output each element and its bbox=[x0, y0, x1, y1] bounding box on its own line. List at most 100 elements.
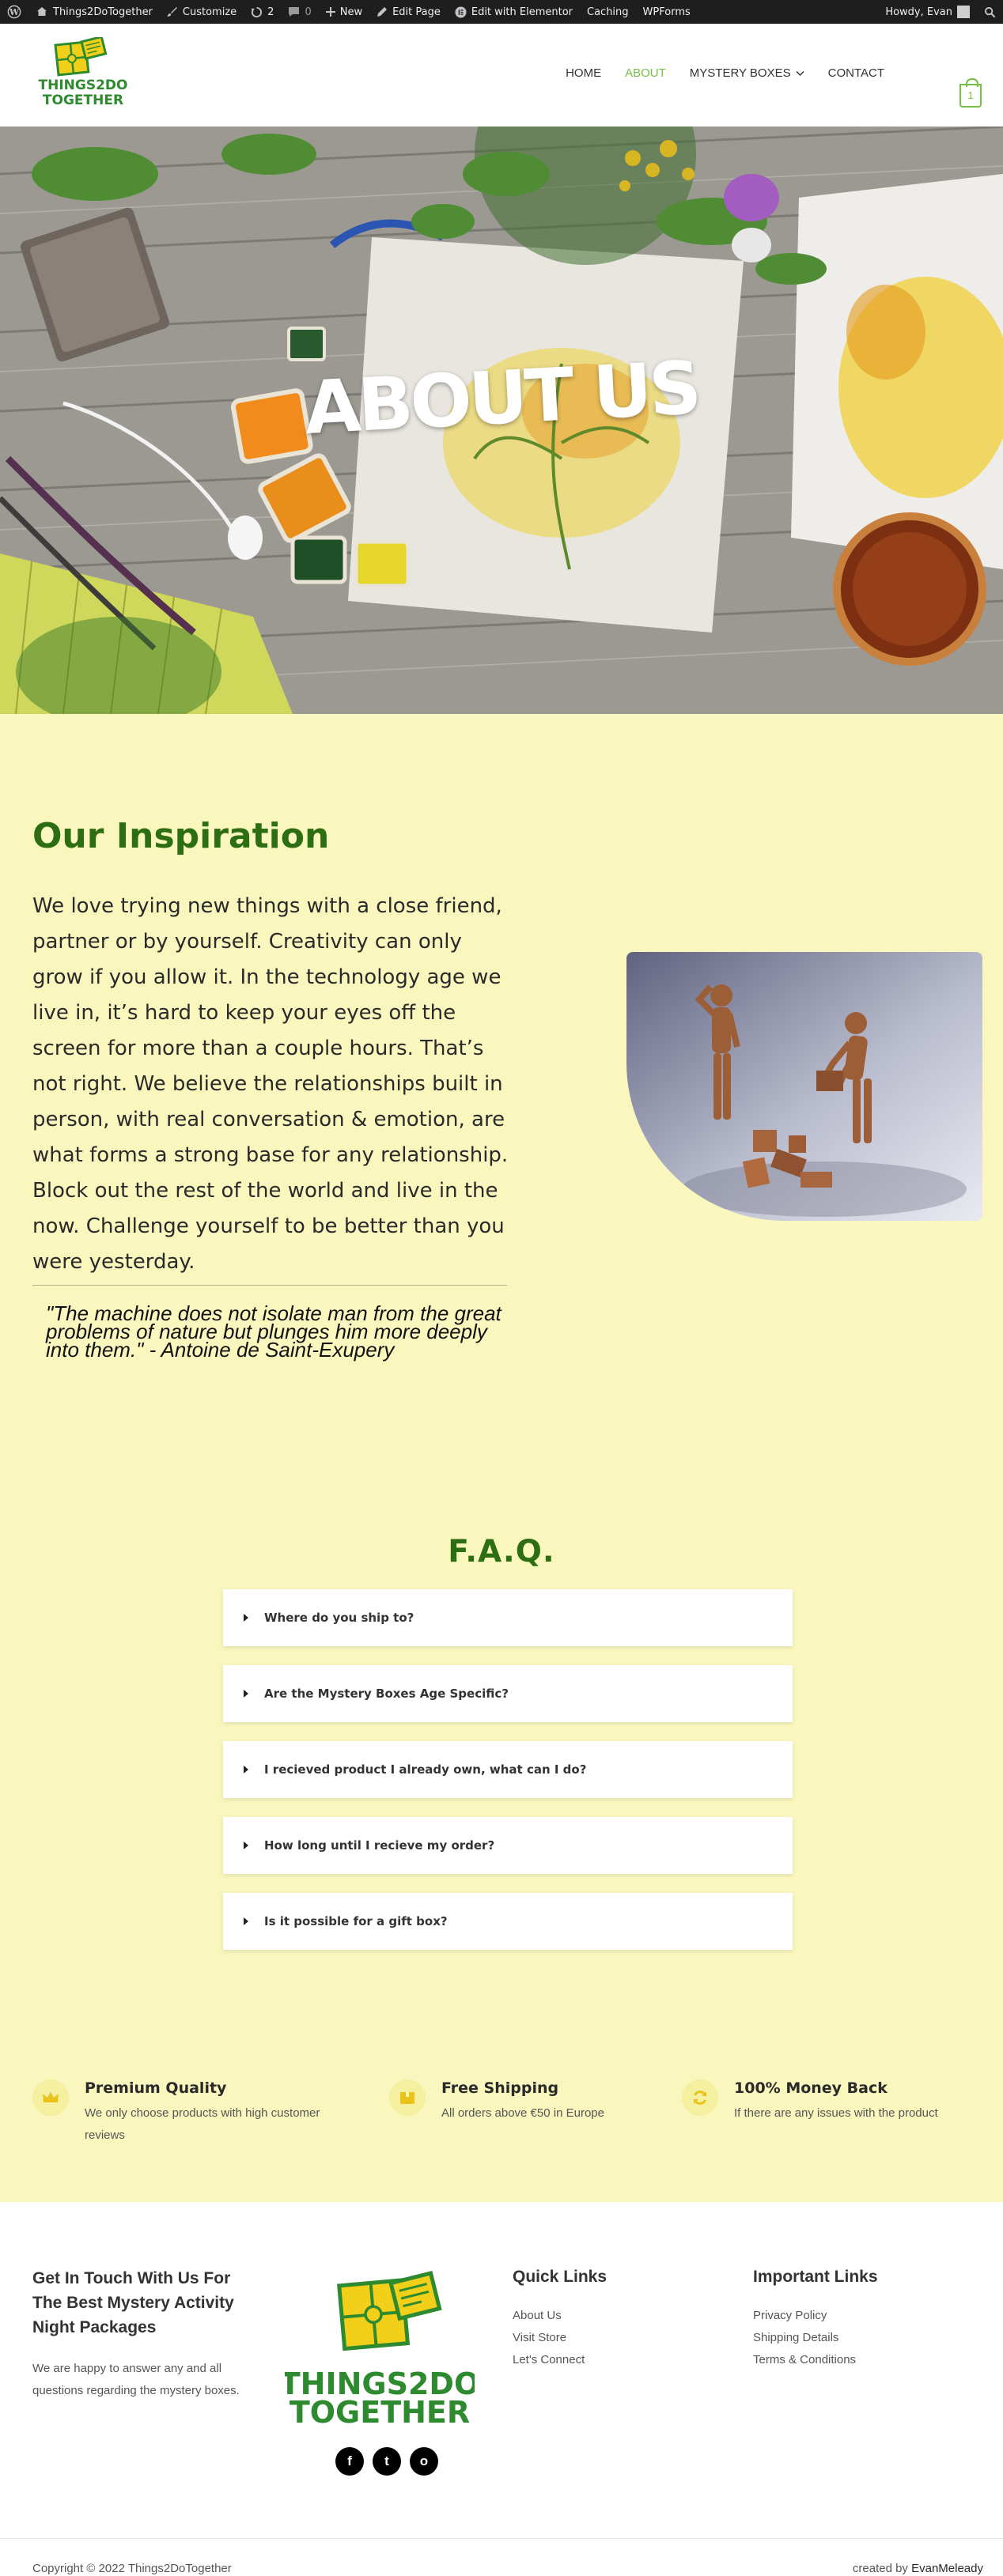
faq-item[interactable]: Where do you ship to? bbox=[223, 1589, 793, 1646]
inspiration-text: We love trying new things with a close f… bbox=[32, 894, 509, 1274]
instagram-icon[interactable]: o bbox=[410, 2447, 438, 2476]
faq-question: I recieved product I already own, what c… bbox=[264, 1762, 587, 1777]
site-logo[interactable]: THINGS2DO TOGETHER bbox=[36, 37, 130, 113]
updates-icon bbox=[251, 6, 263, 17]
elementor-icon bbox=[455, 6, 467, 18]
comment-icon bbox=[289, 7, 300, 17]
admin-edit-page-label: Edit Page bbox=[392, 6, 441, 18]
admin-site-name[interactable]: Things2DoTogether bbox=[28, 0, 160, 24]
admin-updates[interactable]: 2 bbox=[244, 0, 281, 24]
refresh-icon bbox=[682, 2079, 718, 2116]
admin-site-name-label: Things2DoTogether bbox=[53, 6, 153, 18]
quick-links-heading: Quick Links bbox=[513, 2268, 607, 2286]
admin-comments[interactable]: 0 bbox=[281, 0, 318, 24]
feature-money-back: 100% Money Back If there are any issues w… bbox=[682, 2079, 982, 2125]
admin-account[interactable]: Howdy, Evan bbox=[878, 0, 977, 24]
plus-icon bbox=[325, 7, 335, 17]
inspiration-heading: Our Inspiration bbox=[32, 816, 330, 856]
triangle-right-icon bbox=[244, 1917, 248, 1925]
footer-contact-text: We are happy to answer any and all quest… bbox=[32, 2362, 240, 2397]
credit-link[interactable]: EvanMeleady bbox=[911, 2562, 983, 2575]
copyright: Copyright © 2022 Things2DoTogether bbox=[32, 2562, 232, 2575]
admin-new-label: New bbox=[339, 6, 363, 18]
faq-heading: F.A.Q. bbox=[448, 1534, 555, 1569]
admin-customize-label: Customize bbox=[182, 6, 237, 18]
footer-link-lets-connect[interactable]: Let's Connect bbox=[513, 2353, 585, 2366]
feature-free-shipping: Free Shipping All orders above €50 in Eur… bbox=[389, 2079, 658, 2125]
faq-question: Where do you ship to? bbox=[264, 1611, 414, 1625]
admin-search-toggle[interactable] bbox=[977, 0, 1003, 24]
nav-mystery-boxes-label: MYSTERY BOXES bbox=[689, 66, 791, 80]
site-header: THINGS2DO TOGETHER HOME ABOUT MYSTERY BO… bbox=[0, 24, 1003, 127]
pencil-icon bbox=[377, 7, 388, 17]
nav-contact[interactable]: CONTACT bbox=[828, 66, 884, 80]
footer-contact-heading: Get In Touch With Us For The Best Myster… bbox=[32, 2269, 234, 2336]
triangle-right-icon bbox=[244, 1766, 248, 1773]
feature-premium-quality: Premium Quality We only choose products w… bbox=[32, 2079, 333, 2147]
feature-text: We only choose products with high custom… bbox=[85, 2106, 320, 2142]
admin-customize[interactable]: Customize bbox=[160, 0, 244, 24]
search-icon bbox=[984, 6, 996, 17]
important-links-heading: Important Links bbox=[753, 2268, 878, 2286]
faq-item[interactable]: Is it possible for a gift box? bbox=[223, 1893, 793, 1950]
feature-title: 100% Money Back bbox=[734, 2079, 888, 2097]
twitter-icon[interactable]: t bbox=[373, 2447, 401, 2476]
footer-link-shipping-details[interactable]: Shipping Details bbox=[753, 2331, 838, 2344]
admin-updates-count: 2 bbox=[267, 6, 274, 18]
faq-question: Are the Mystery Boxes Age Specific? bbox=[264, 1686, 509, 1701]
admin-edit-elementor[interactable]: Edit with Elementor bbox=[448, 0, 580, 24]
admin-howdy: Howdy, Evan bbox=[885, 6, 952, 18]
wordpress-icon: W bbox=[7, 5, 21, 19]
inspiration-photo bbox=[626, 952, 982, 1221]
footer-logo: THINGS2DO TOGETHER bbox=[285, 2270, 475, 2426]
triangle-right-icon bbox=[244, 1690, 248, 1698]
avatar bbox=[957, 6, 970, 18]
svg-text:TOGETHER: TOGETHER bbox=[43, 93, 123, 108]
admin-wpforms-label: WPForms bbox=[642, 6, 691, 18]
faq-item[interactable]: Are the Mystery Boxes Age Specific? bbox=[223, 1665, 793, 1722]
box-icon bbox=[389, 2079, 426, 2116]
triangle-right-icon bbox=[244, 1614, 248, 1622]
footer-link-visit-store[interactable]: Visit Store bbox=[513, 2331, 566, 2344]
admin-wpforms[interactable]: WPForms bbox=[636, 0, 698, 24]
admin-new[interactable]: New bbox=[319, 0, 369, 24]
feature-text: If there are any issues with the product bbox=[734, 2106, 938, 2120]
wooden-mannequins-image bbox=[626, 952, 982, 1221]
svg-text:THINGS2DO: THINGS2DO bbox=[39, 77, 128, 93]
feature-title: Free Shipping bbox=[441, 2079, 559, 2097]
hero-banner: ABOUT US bbox=[0, 127, 1003, 714]
home-icon bbox=[37, 7, 47, 16]
svg-text:TOGETHER: TOGETHER bbox=[290, 2395, 470, 2426]
triangle-right-icon bbox=[244, 1841, 248, 1849]
facebook-icon[interactable]: f bbox=[335, 2447, 364, 2476]
footer-divider bbox=[0, 2538, 1003, 2539]
nav-mystery-boxes[interactable]: MYSTERY BOXES bbox=[690, 66, 804, 80]
faq-item[interactable]: I recieved product I already own, what c… bbox=[223, 1741, 793, 1798]
nav-about[interactable]: ABOUT bbox=[625, 66, 666, 80]
admin-edit-page[interactable]: Edit Page bbox=[369, 0, 448, 24]
chevron-down-icon bbox=[796, 70, 804, 76]
feature-text: All orders above €50 in Europe bbox=[441, 2106, 604, 2120]
quote-divider bbox=[32, 1285, 507, 1286]
admin-caching-label: Caching bbox=[587, 6, 629, 18]
crown-icon bbox=[32, 2079, 69, 2116]
faq-item[interactable]: How long until I recieve my order? bbox=[223, 1817, 793, 1874]
wordpress-logo-button[interactable]: W bbox=[0, 0, 28, 24]
admin-caching[interactable]: Caching bbox=[580, 0, 636, 24]
footer-link-about-us[interactable]: About Us bbox=[513, 2309, 562, 2322]
faq-question: How long until I recieve my order? bbox=[264, 1838, 495, 1853]
wp-admin-bar: W Things2DoTogether Customize 2 0 New Ed… bbox=[0, 0, 1003, 24]
brush-icon bbox=[166, 7, 177, 17]
admin-comments-count: 0 bbox=[305, 6, 312, 18]
inspiration-quote: "The machine does not isolate man from t… bbox=[46, 1301, 502, 1362]
feature-title: Premium Quality bbox=[85, 2079, 227, 2097]
credit-prefix: created by bbox=[852, 2562, 912, 2575]
footer-link-terms[interactable]: Terms & Conditions bbox=[753, 2353, 856, 2366]
cart-icon[interactable]: 1 bbox=[959, 78, 982, 108]
admin-edit-elementor-label: Edit with Elementor bbox=[471, 6, 573, 18]
main-navigation: HOME ABOUT MYSTERY BOXES CONTACT bbox=[566, 66, 884, 80]
svg-text:W: W bbox=[9, 7, 20, 17]
faq-question: Is it possible for a gift box? bbox=[264, 1914, 448, 1928]
nav-home[interactable]: HOME bbox=[566, 66, 601, 80]
footer-link-privacy-policy[interactable]: Privacy Policy bbox=[753, 2309, 827, 2322]
